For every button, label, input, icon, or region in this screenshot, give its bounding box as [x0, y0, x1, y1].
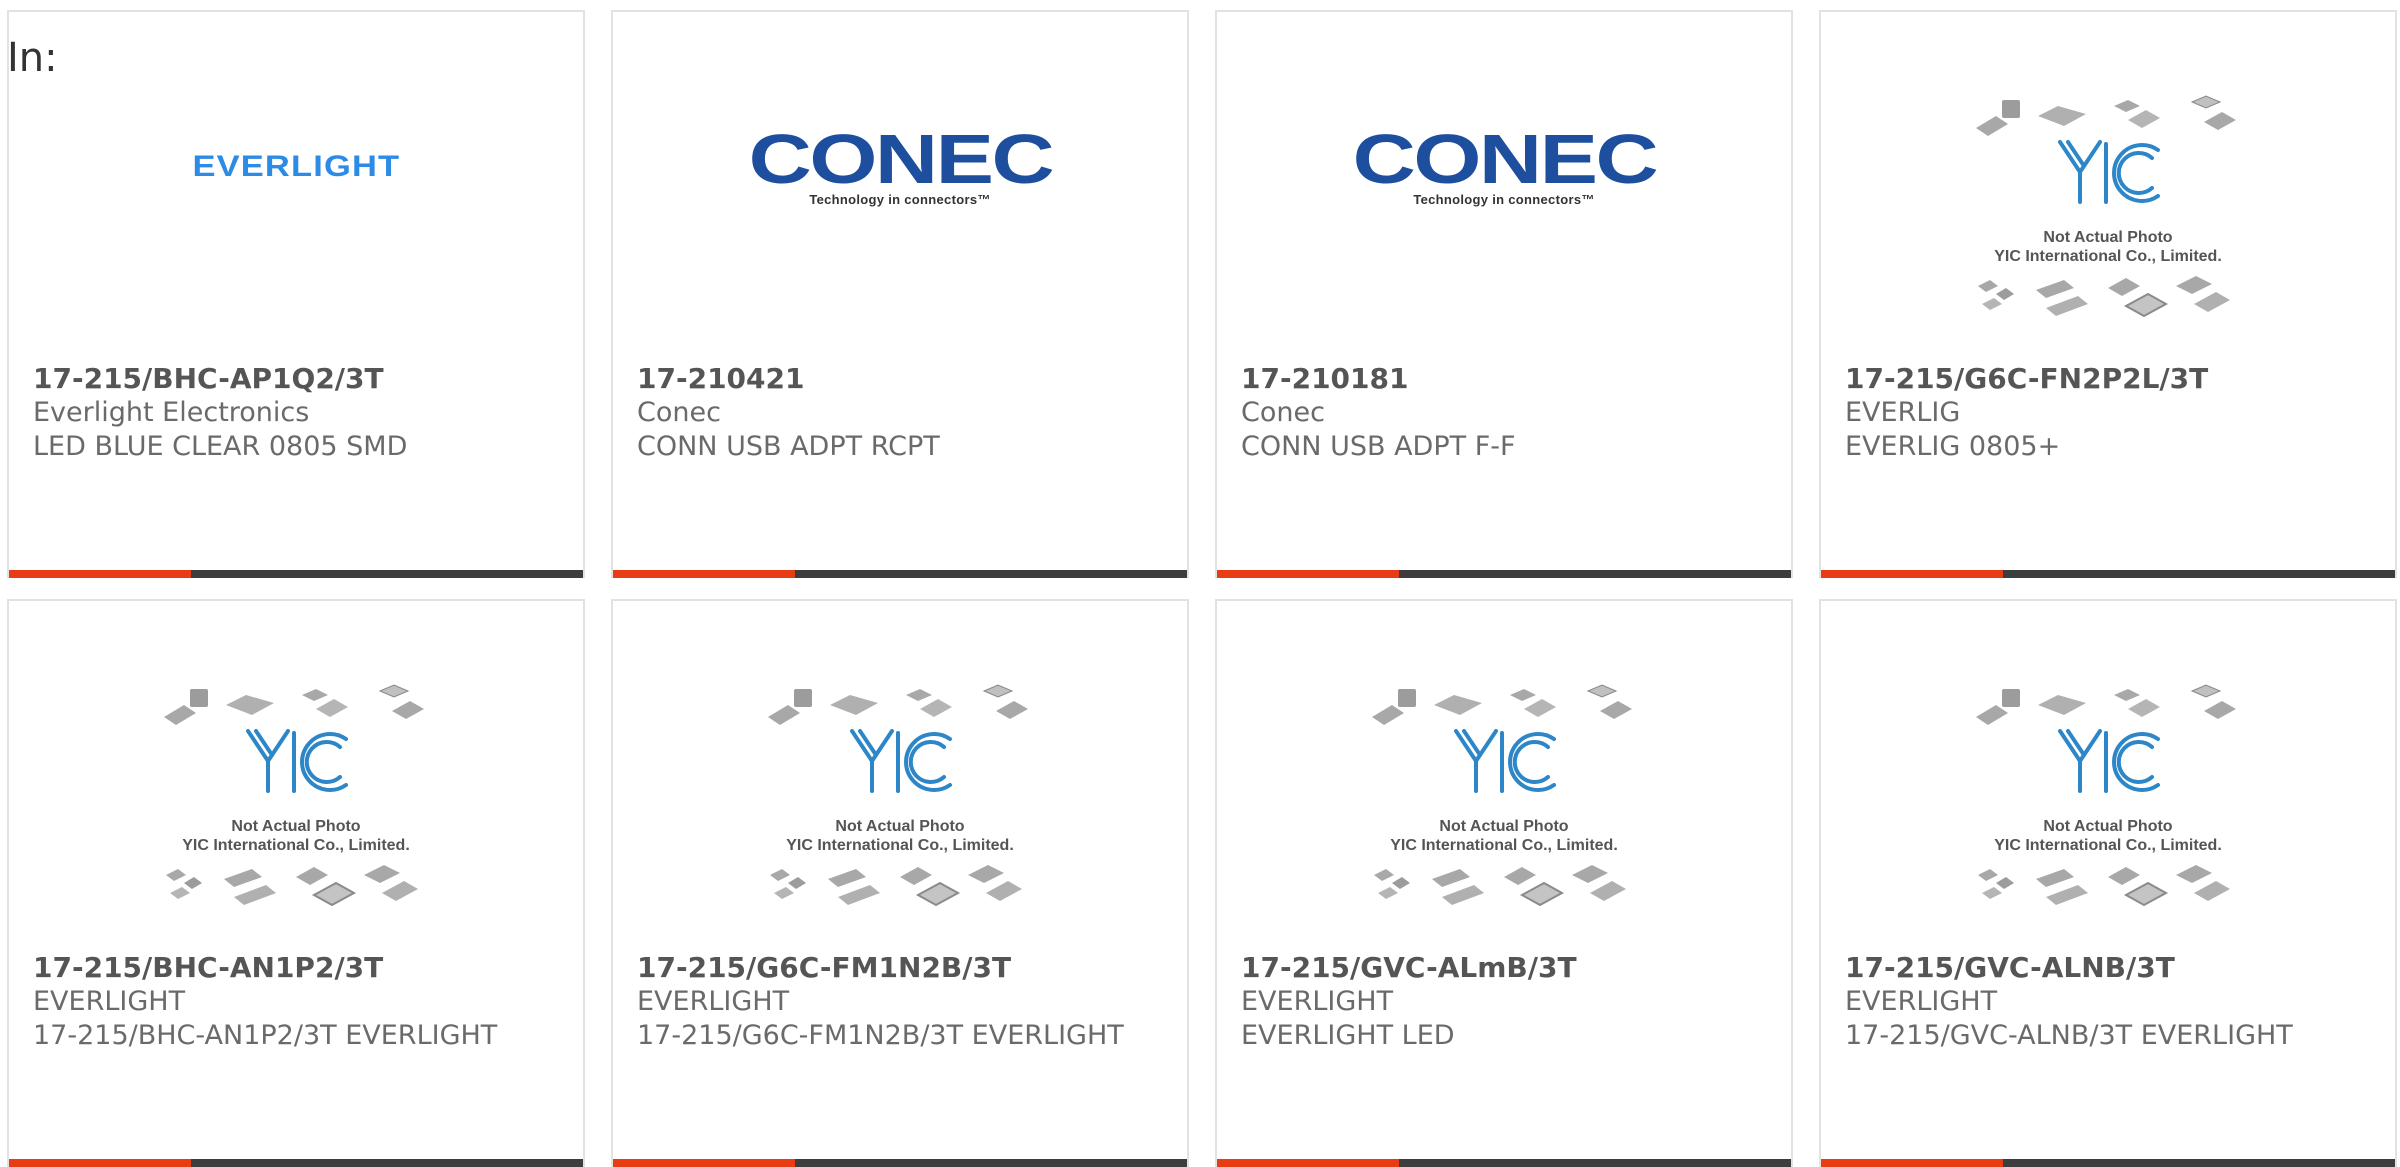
part-number[interactable]: 17-215/G6C-FN2P2L/3T [1845, 362, 2385, 396]
manufacturer: EVERLIGHT [33, 986, 186, 1017]
product-image[interactable]: Not Actual Photo YIC International Co., L… [613, 671, 1187, 941]
chip-icons [768, 684, 1028, 907]
conec-logo-word: CONEC [748, 119, 1054, 198]
card-accent-bar [9, 570, 191, 578]
description: EVERLIGHT LED [1241, 1020, 1455, 1051]
product-image[interactable]: Not Actual Photo YIC International Co., L… [9, 671, 583, 941]
manufacturer: EVERLIGHT [1241, 986, 1394, 1017]
description: EVERLIG 0805+ [1845, 431, 2061, 462]
placeholder-caption-line1: Not Actual Photo [2043, 229, 2172, 246]
product-image[interactable]: Not Actual Photo YIC International Co., L… [1821, 671, 2395, 941]
card-bottom-bar [9, 1159, 583, 1167]
yic-logo [2058, 729, 2160, 793]
manufacturer: EVERLIG [1845, 397, 1961, 428]
description: CONN USB ADPT RCPT [637, 431, 940, 462]
chip-icons [164, 684, 424, 907]
product-image[interactable]: EVERLIGHT [9, 82, 583, 352]
placeholder-caption-line2: YIC International Co., Limited. [182, 837, 410, 854]
card-accent-bar [613, 570, 795, 578]
description: 17-215/GVC-ALNB/3T EVERLIGHT [1845, 1020, 2293, 1051]
product-card[interactable]: Not Actual Photo YIC International Co., L… [611, 599, 1189, 1167]
yic-placeholder-image: Not Actual Photo YIC International Co., L… [1372, 684, 1632, 907]
card-bottom-bar [613, 570, 1187, 578]
placeholder-caption-line2: YIC International Co., Limited. [1390, 837, 1618, 854]
card-bottom-bar [1217, 570, 1791, 578]
product-image[interactable]: CONEC Technology in connectors™ [1217, 82, 1791, 352]
yic-logo [850, 729, 952, 793]
product-card[interactable]: CONEC Technology in connectors™ 17-21018… [1215, 10, 1793, 578]
yic-logo [246, 729, 348, 793]
in-label: In: [7, 35, 58, 81]
yic-placeholder-image: Not Actual Photo YIC International Co., L… [164, 684, 424, 907]
product-image[interactable]: Not Actual Photo YIC International Co., L… [1217, 671, 1791, 941]
chip-icons [1976, 95, 2236, 318]
product-card[interactable]: Not Actual Photo YIC International Co., L… [7, 599, 585, 1167]
card-bottom-bar [613, 1159, 1187, 1167]
card-bottom-bar [1217, 1159, 1791, 1167]
card-accent-bar [9, 1159, 191, 1167]
product-image[interactable]: Not Actual Photo YIC International Co., L… [1821, 82, 2395, 352]
card-accent-bar [1217, 570, 1399, 578]
manufacturer: Everlight Electronics [33, 397, 310, 428]
manufacturer: Conec [1241, 397, 1325, 428]
manufacturer: Conec [637, 397, 721, 428]
product-card[interactable]: Not Actual Photo YIC International Co., L… [1819, 599, 2397, 1167]
product-card[interactable]: EVERLIGHT 17-215/BHC-AP1Q2/3T Everlight … [7, 10, 585, 578]
description: 17-215/BHC-AN1P2/3T EVERLIGHT [33, 1020, 498, 1051]
card-accent-bar [1821, 1159, 2003, 1167]
yic-placeholder-image: Not Actual Photo YIC International Co., L… [1976, 95, 2236, 318]
description: CONN USB ADPT F-F [1241, 431, 1516, 462]
part-number[interactable]: 17-215/G6C-FM1N2B/3T [637, 951, 1177, 985]
conec-logo: CONEC Technology in connectors™ [1352, 124, 1658, 207]
product-image[interactable]: CONEC Technology in connectors™ [613, 82, 1187, 352]
product-card[interactable]: CONEC Technology in connectors™ 17-21042… [611, 10, 1189, 578]
part-number[interactable]: 17-210181 [1241, 362, 1781, 396]
everlight-logo: EVERLIGHT [192, 150, 400, 183]
yic-logo [2058, 140, 2160, 204]
card-accent-bar [1821, 570, 2003, 578]
manufacturer: EVERLIGHT [637, 986, 790, 1017]
yic-placeholder-image: Not Actual Photo YIC International Co., L… [1976, 684, 2236, 907]
card-bottom-bar [1821, 570, 2395, 578]
chip-icons [1976, 684, 2236, 907]
card-accent-bar [1217, 1159, 1399, 1167]
placeholder-caption-line2: YIC International Co., Limited. [786, 837, 1014, 854]
card-bottom-bar [9, 570, 583, 578]
placeholder-caption-line1: Not Actual Photo [231, 818, 360, 835]
yic-placeholder-image: Not Actual Photo YIC International Co., L… [768, 684, 1028, 907]
description: LED BLUE CLEAR 0805 SMD [33, 431, 408, 462]
manufacturer: EVERLIGHT [1845, 986, 1998, 1017]
card-bottom-bar [1821, 1159, 2395, 1167]
chip-icons [1372, 684, 1632, 907]
product-card[interactable]: Not Actual Photo YIC International Co., L… [1215, 599, 1793, 1167]
conec-logo-word: CONEC [1352, 119, 1658, 198]
part-number[interactable]: 17-215/GVC-ALNB/3T [1845, 951, 2385, 985]
card-accent-bar [613, 1159, 795, 1167]
placeholder-caption-line1: Not Actual Photo [835, 818, 964, 835]
placeholder-caption-line2: YIC International Co., Limited. [1994, 837, 2222, 854]
part-number[interactable]: 17-215/BHC-AN1P2/3T [33, 951, 573, 985]
conec-logo: CONEC Technology in connectors™ [748, 124, 1054, 207]
placeholder-caption-line2: YIC International Co., Limited. [1994, 248, 2222, 265]
yic-logo [1454, 729, 1556, 793]
part-number[interactable]: 17-215/BHC-AP1Q2/3T [33, 362, 573, 396]
placeholder-caption-line1: Not Actual Photo [2043, 818, 2172, 835]
part-number[interactable]: 17-215/GVC-ALmB/3T [1241, 951, 1781, 985]
description: 17-215/G6C-FM1N2B/3T EVERLIGHT [637, 1020, 1124, 1051]
part-number[interactable]: 17-210421 [637, 362, 1177, 396]
product-card[interactable]: Not Actual Photo YIC International Co., L… [1819, 10, 2397, 578]
placeholder-caption-line1: Not Actual Photo [1439, 818, 1568, 835]
